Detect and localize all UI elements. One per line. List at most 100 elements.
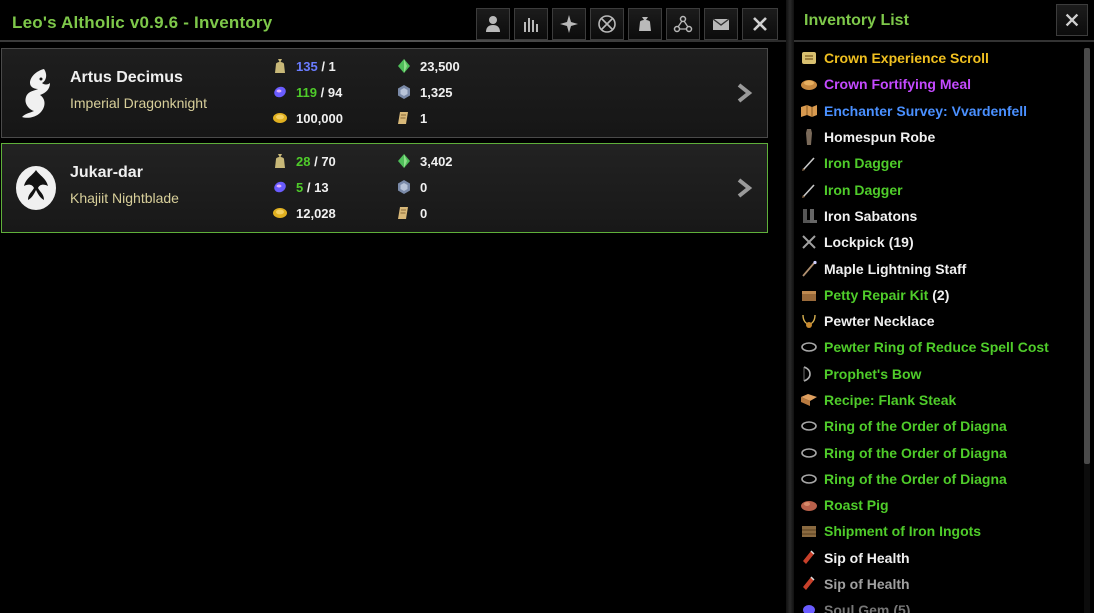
inventory-item[interactable]: Petty Repair Kit (2) — [800, 282, 1082, 308]
robe-icon — [800, 128, 818, 146]
gold-stat: 100,000 — [272, 110, 343, 126]
character-button[interactable] — [476, 8, 510, 40]
soul-gem-icon — [274, 181, 286, 193]
crafting-button[interactable] — [666, 8, 700, 40]
recipe-icon — [800, 391, 818, 409]
skills-button[interactable] — [552, 8, 586, 40]
crowns-value: 3,402 — [420, 153, 453, 169]
inventory-item-count: (2) — [932, 286, 950, 303]
gold-coin-icon — [273, 208, 287, 218]
inventory-list-divider — [794, 40, 1094, 42]
inventory-item[interactable]: Ring of the Order of Diagna — [800, 439, 1082, 465]
inventory-item[interactable]: Prophet's Bow — [800, 361, 1082, 387]
soul-gem-stat: 5 / 13 — [272, 179, 329, 195]
inventory-item[interactable]: Iron Dagger — [800, 176, 1082, 202]
dagger-icon — [800, 154, 818, 172]
inventory-item[interactable]: Ring of the Order of Diagna — [800, 413, 1082, 439]
gold-value: 100,000 — [296, 110, 343, 126]
voucher-scroll-icon — [398, 112, 408, 124]
repair-kit-icon — [800, 286, 818, 304]
boots-icon — [800, 207, 818, 225]
inventory-item-name: Roast Pig — [824, 497, 889, 514]
inventory-scrollbar[interactable] — [1084, 48, 1090, 613]
chevron-right-icon[interactable] — [734, 82, 754, 104]
inventory-list-panel: Inventory List Crown Experience Scroll Cr… — [794, 0, 1094, 613]
inventory-item[interactable]: Iron Dagger — [800, 150, 1082, 176]
mail-button[interactable] — [704, 8, 738, 40]
inventory-item-name: Petty Repair Kit — [824, 286, 929, 303]
inventory-item-name: Recipe: Flank Steak — [824, 392, 957, 408]
ring-icon — [800, 444, 818, 462]
close-icon — [1065, 13, 1079, 27]
skills-icon — [560, 15, 578, 33]
inventory-item-name: Crown Experience Scroll — [824, 50, 989, 67]
inventory-item[interactable]: Iron Sabatons — [800, 203, 1082, 229]
inventory-item[interactable]: Sip of Health — [800, 545, 1082, 571]
chevron-right-icon[interactable] — [734, 177, 754, 199]
inventory-item-name: Enchanter Survey: Vvardenfell — [824, 102, 1028, 119]
inventory-item[interactable]: Maple Lightning Staff — [800, 255, 1082, 281]
character-card-jukar-dar[interactable]: Jukar-dar Khajiit Nightblade 28 / 70 5 /… — [1, 143, 768, 233]
inventory-item[interactable]: Crown Fortifying Meal — [800, 71, 1082, 97]
inventory-list-title: Inventory List — [804, 12, 909, 29]
crowns-value: 23,500 — [420, 58, 460, 74]
bow-icon — [800, 365, 818, 383]
inventory-bag-icon — [639, 17, 651, 31]
inventory-item[interactable]: Recipe: Flank Steak — [800, 387, 1082, 413]
inventory-item[interactable]: Enchanter Survey: Vvardenfell — [800, 98, 1082, 124]
alliance-button[interactable] — [590, 8, 624, 40]
inventory-item[interactable]: Sip of Health — [800, 571, 1082, 597]
gold-coin-icon — [273, 113, 287, 123]
inventory-item[interactable]: Pewter Ring of Reduce Spell Cost — [800, 334, 1082, 360]
inventory-item-list[interactable]: Crown Experience Scroll Crown Fortifying … — [800, 45, 1082, 613]
inventory-button[interactable] — [628, 8, 662, 40]
inventory-item[interactable]: Crown Experience Scroll — [800, 45, 1082, 71]
inventory-item-name: Shipment of Iron Ingots — [824, 523, 982, 540]
inventory-item-count: (5) — [893, 602, 911, 613]
soul-gem-icon — [800, 601, 818, 613]
vouchers-stat: 1 — [396, 110, 427, 126]
potion-icon — [800, 575, 818, 593]
character-card-artus-decimus[interactable]: Artus Decimus Imperial Dragonknight 135 … — [1, 48, 768, 138]
inventory-item-name: Iron Sabatons — [824, 207, 918, 224]
soul-gem-icon — [274, 86, 286, 98]
food-icon — [800, 75, 818, 93]
crate-icon — [800, 522, 818, 540]
soul-gem-empty-value: / 94 — [320, 84, 343, 100]
inventory-item[interactable]: Roast Pig — [800, 492, 1082, 518]
inventory-item-name: Pewter Ring of Reduce Spell Cost — [824, 339, 1049, 356]
alliance-points-stat: 0 — [396, 179, 427, 195]
crowns-stat: 3,402 — [396, 153, 453, 169]
inventory-item[interactable]: Pewter Necklace — [800, 308, 1082, 334]
inventory-item[interactable]: Ring of the Order of Diagna — [800, 466, 1082, 492]
crowns-stat: 23,500 — [396, 58, 460, 74]
dagger-icon — [800, 181, 818, 199]
inventory-item-name: Maple Lightning Staff — [824, 260, 967, 277]
inventory-item-name: Crown Fortifying Meal — [824, 76, 971, 93]
inventory-item[interactable]: Lockpick (19) — [800, 229, 1082, 255]
bag-used-value: 135 — [296, 58, 318, 74]
character-name: Artus Decimus — [70, 69, 183, 86]
stats-icon — [524, 18, 538, 32]
bag-total-value: / 70 — [314, 153, 336, 169]
inventory-item[interactable]: Soul Gem (5) — [800, 597, 1082, 613]
title-divider — [0, 40, 786, 42]
vouchers-value: 0 — [420, 205, 428, 221]
close-button[interactable] — [742, 8, 778, 40]
inventory-item-name: Ring of the Order of Diagna — [824, 470, 1007, 487]
bag-space-stat: 28 / 70 — [272, 153, 336, 169]
title-bar: Leo's Altholic v0.9.6 - Inventory — [4, 4, 786, 40]
toolbar — [476, 8, 778, 40]
inventory-item[interactable]: Shipment of Iron Ingots — [800, 518, 1082, 544]
inventory-list-close-button[interactable] — [1056, 4, 1088, 36]
survey-map-icon — [800, 102, 818, 120]
bag-total-value: / 1 — [321, 58, 336, 74]
ring-icon — [800, 417, 818, 435]
inventory-scroll-thumb[interactable] — [1084, 48, 1090, 464]
soul-gem-filled-value: 119 — [296, 84, 317, 100]
stats-button[interactable] — [514, 8, 548, 40]
inventory-item-name: Iron Dagger — [824, 181, 903, 198]
inventory-item[interactable]: Homespun Robe — [800, 124, 1082, 150]
inventory-item-name: Pewter Necklace — [824, 313, 935, 330]
inventory-item-count: (19) — [888, 234, 914, 251]
